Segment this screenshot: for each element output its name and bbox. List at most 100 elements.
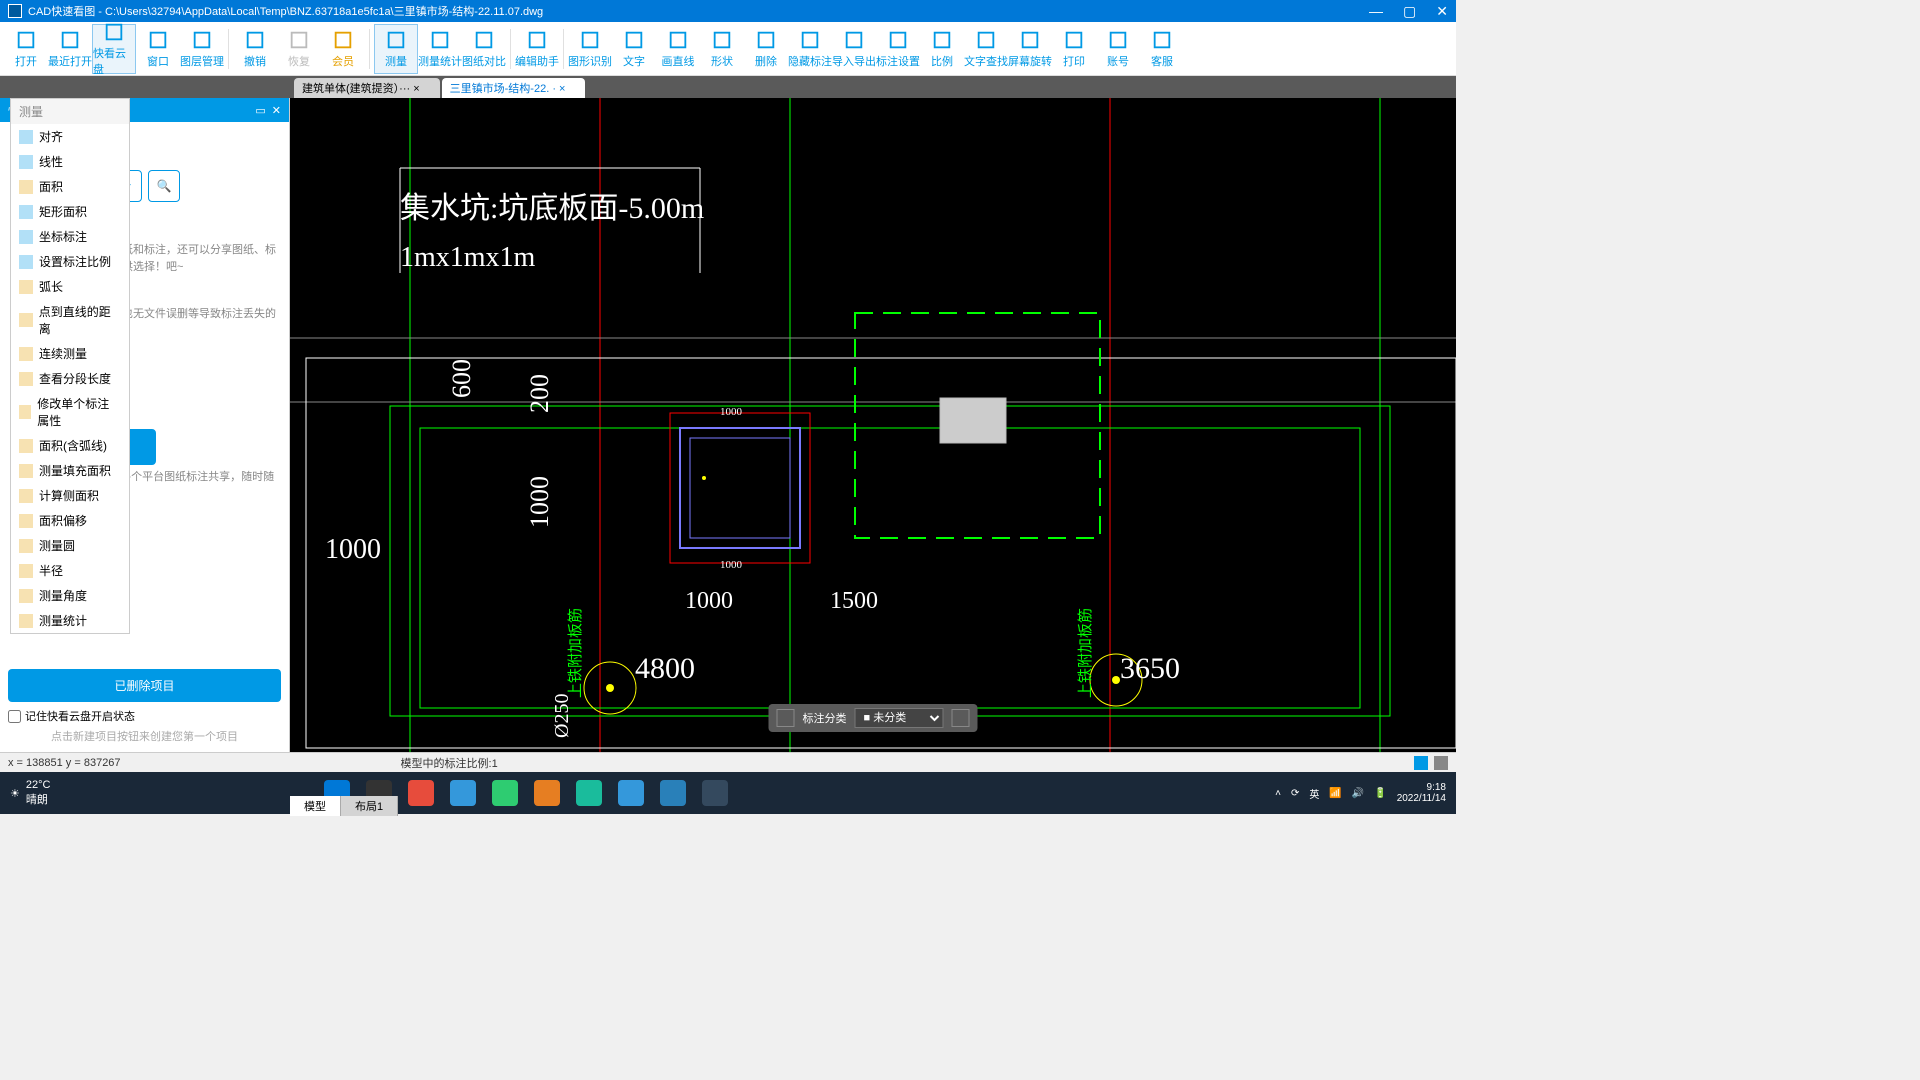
grid-icon[interactable]	[777, 709, 795, 727]
dropdown-item[interactable]: 查看分段长度	[11, 366, 129, 391]
dropdown-item[interactable]: 测量填充面积	[11, 458, 129, 483]
tool-layer[interactable]: 图层管理	[180, 24, 224, 74]
title-bar: CAD快速看图 - C:\Users\32794\AppData\Local\T…	[0, 0, 1456, 22]
dropdown-item[interactable]: 对齐	[11, 124, 129, 149]
measure-dropdown[interactable]: 测量 对齐线性面积矩形面积坐标标注设置标注比例弧长点到直线的距离连续测量查看分段…	[10, 98, 130, 634]
d200: 200	[525, 374, 554, 413]
task-app-7[interactable]	[660, 780, 686, 806]
annotation-classify-bar[interactable]: 标注分类 ■ 未分类	[769, 704, 978, 732]
dropdown-item[interactable]: 面积(含弧线)	[11, 433, 129, 458]
tool-account[interactable]: 账号	[1096, 24, 1140, 74]
task-app-2[interactable]	[450, 780, 476, 806]
status-icon-2[interactable]	[1434, 756, 1448, 770]
weather-text: 晴朗	[26, 791, 51, 807]
deleted-projects-button[interactable]: 已删除项目	[8, 669, 281, 702]
tool-undo[interactable]: 撤销	[233, 24, 277, 74]
document-tab[interactable]: 建筑单体(建筑提资）··· ×	[294, 78, 440, 98]
layout-tab-1[interactable]: 布局1	[341, 796, 398, 816]
tool-rotate[interactable]: 屏幕旋转	[1008, 24, 1052, 74]
tool-mstat[interactable]: 测量统计	[418, 24, 462, 74]
cad-dim-text: 1mx1mx1m	[400, 242, 536, 273]
dropdown-item[interactable]: 矩形面积	[11, 199, 129, 224]
dropdown-header: 测量	[11, 99, 129, 124]
tool-scale[interactable]: 比例	[920, 24, 964, 74]
dropdown-item[interactable]: 计算侧面积	[11, 483, 129, 508]
dropdown-item[interactable]: 线性	[11, 149, 129, 174]
dropdown-item[interactable]: 测量统计	[11, 608, 129, 633]
dropdown-item[interactable]: 面积	[11, 174, 129, 199]
weather-widget[interactable]: ☀ 22°C 晴朗	[10, 779, 50, 807]
dropdown-item[interactable]: 连续测量	[11, 341, 129, 366]
dropdown-item[interactable]: 设置标注比例	[11, 249, 129, 274]
d1000b: 1000	[685, 588, 733, 614]
cad-app-icon[interactable]	[702, 780, 728, 806]
dropdown-item[interactable]: 弧长	[11, 274, 129, 299]
tool-shape-rec[interactable]: 图形识别	[568, 24, 612, 74]
dropdown-item[interactable]: 修改单个标注属性	[11, 391, 129, 433]
layout-tab-model[interactable]: 模型	[290, 796, 341, 816]
dropdown-item[interactable]: 面积偏移	[11, 508, 129, 533]
tray-wifi-icon[interactable]: 📶	[1329, 788, 1341, 799]
dropdown-item[interactable]: 坐标标注	[11, 224, 129, 249]
tool-find-text[interactable]: 文字查找	[964, 24, 1008, 74]
panel-close-icon[interactable]: ✕	[272, 104, 281, 117]
tool-import-export[interactable]: 导入导出	[832, 24, 876, 74]
tool-anno-settings[interactable]: 标注设置	[876, 24, 920, 74]
tool-text[interactable]: 文字	[612, 24, 656, 74]
tool-edit-helper[interactable]: 编辑助手	[515, 24, 559, 74]
d1500: 1500	[830, 588, 878, 614]
d1000l: 1000	[325, 534, 381, 565]
task-app-4[interactable]	[534, 780, 560, 806]
tool-line[interactable]: 画直线	[656, 24, 700, 74]
edit-icon[interactable]	[952, 709, 970, 727]
system-tray: ˄ ⟳ 英 📶 🔊 🔋 9:18 2022/11/14	[1275, 782, 1446, 804]
tool-compare[interactable]: 图纸对比	[462, 24, 506, 74]
tray-sync-icon[interactable]: ⟳	[1291, 788, 1299, 799]
hint-text: 点击新建项目按钮来创建您第一个项目	[8, 728, 281, 744]
minimize-button[interactable]: ―	[1369, 3, 1383, 20]
task-app-3[interactable]	[492, 780, 518, 806]
tool-print[interactable]: 打印	[1052, 24, 1096, 74]
d3650: 3650	[1120, 652, 1180, 685]
tray-date[interactable]: 2022/11/14	[1397, 793, 1446, 804]
tool-hide-anno[interactable]: 隐藏标注	[788, 24, 832, 74]
panel-pin-icon[interactable]: ▭	[255, 104, 265, 117]
task-app-5[interactable]	[576, 780, 602, 806]
tray-volume-icon[interactable]: 🔊	[1352, 788, 1364, 799]
remember-checkbox[interactable]	[8, 710, 21, 723]
tray-chevron-icon[interactable]: ˄	[1275, 788, 1281, 799]
cad-canvas[interactable]: 集水坑:坑底板面-5.00m 1mx1mx1m 1000 4800 3650 1…	[290, 98, 1456, 752]
close-button[interactable]: ✕	[1436, 3, 1448, 20]
d1000t: 1000	[720, 406, 743, 418]
tool-vip[interactable]: 会员	[321, 24, 365, 74]
tool-cloud[interactable]: 快看云盘	[92, 24, 136, 74]
tray-lang[interactable]: 英	[1309, 786, 1319, 801]
tool-redo[interactable]: 恢复	[277, 24, 321, 74]
tool-support[interactable]: 客服	[1140, 24, 1184, 74]
dropdown-item[interactable]: 测量圆	[11, 533, 129, 558]
dropdown-item[interactable]: 半径	[11, 558, 129, 583]
vtext1: 上铁附加板筋	[566, 608, 584, 698]
search-button[interactable]: 🔍	[148, 170, 180, 202]
status-icon-1[interactable]	[1414, 756, 1428, 770]
sun-icon: ☀	[10, 787, 20, 800]
task-app-6[interactable]	[618, 780, 644, 806]
tool-measure[interactable]: 测量	[374, 24, 418, 74]
dropdown-item[interactable]: 点到直线的距离	[11, 299, 129, 341]
tool-delete[interactable]: 删除	[744, 24, 788, 74]
tool-recent[interactable]: 最近打开	[48, 24, 92, 74]
tool-shape[interactable]: 形状	[700, 24, 744, 74]
tray-battery-icon[interactable]: 🔋	[1374, 788, 1386, 799]
tool-window[interactable]: 窗口	[136, 24, 180, 74]
dropdown-item[interactable]: 测量角度	[11, 583, 129, 608]
window-controls: ― ▢ ✕	[1369, 3, 1448, 20]
document-tab[interactable]: 三里镇市场-结构-22. · ×	[442, 78, 586, 98]
tray-time[interactable]: 9:18	[1397, 782, 1446, 793]
task-app-1[interactable]	[408, 780, 434, 806]
maximize-button[interactable]: ▢	[1403, 3, 1416, 20]
d600: 600	[447, 359, 476, 398]
status-coords: x = 138851 y = 837267	[8, 757, 121, 769]
classify-select[interactable]: ■ 未分类	[855, 708, 944, 728]
tool-open[interactable]: 打开	[4, 24, 48, 74]
d250: Ø250	[551, 694, 573, 738]
